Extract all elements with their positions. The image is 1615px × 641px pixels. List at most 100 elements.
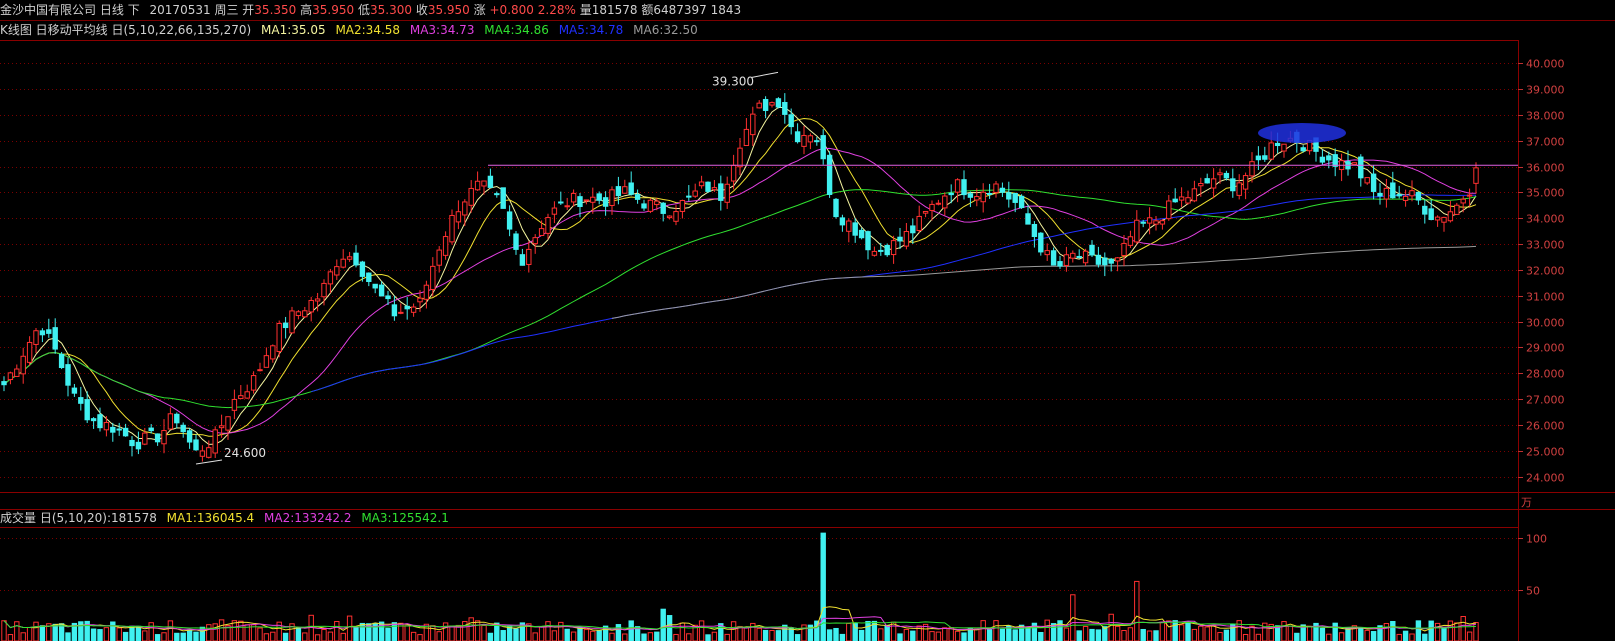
candlestick — [922, 210, 929, 218]
candlestick — [718, 175, 724, 211]
candle-body — [295, 311, 302, 317]
candlestick — [782, 93, 788, 124]
close-label: 收 — [415, 3, 428, 17]
candle-body — [225, 416, 231, 431]
candle-body — [711, 187, 718, 191]
candle-body — [871, 250, 878, 256]
candle-body — [1198, 183, 1204, 187]
open-value: 35.350 — [254, 3, 297, 17]
volume-bar — [967, 628, 974, 641]
ma-line-ma3 — [3, 147, 1476, 434]
candle-body — [398, 311, 404, 314]
candlestick — [1370, 165, 1377, 200]
ma-legend-title[interactable]: K线图 日移动平均线 日(5,10,22,66,135,270) — [0, 23, 251, 37]
candlestick — [199, 445, 206, 462]
price-tick-label: 36.000 — [1526, 162, 1565, 175]
candle-body — [1236, 182, 1242, 196]
price-tick-label: 25.000 — [1526, 446, 1565, 459]
candle-body — [1204, 178, 1210, 184]
price-tick-label: 28.000 — [1526, 368, 1565, 381]
volume-bar — [385, 627, 391, 641]
volume-bar — [1063, 627, 1070, 641]
candlestick — [910, 218, 916, 245]
candlestick — [1044, 243, 1050, 261]
candle-body — [58, 353, 65, 369]
quote-header: 金沙中国有限公司 日线 下 20170531 周三 开35.350 高35.95… — [0, 0, 1615, 20]
high-value: 35.950 — [312, 3, 355, 17]
volume-bar — [737, 625, 743, 641]
candlestick — [110, 422, 116, 442]
candle-body — [462, 201, 468, 216]
volume-bar — [622, 633, 628, 641]
candlestick — [474, 171, 481, 191]
candlestick — [807, 133, 814, 150]
candlestick — [1, 376, 7, 392]
volume-bar — [295, 627, 302, 641]
high-price-marker — [751, 71, 779, 78]
volume-bar — [1287, 625, 1294, 641]
volume-bar — [615, 624, 622, 641]
candle-body — [250, 375, 257, 391]
candle-body — [1210, 178, 1217, 189]
volume-bar — [1402, 630, 1409, 641]
candle-body — [890, 240, 897, 256]
candlestick — [551, 201, 558, 224]
candle-body — [590, 196, 596, 203]
candle-body — [634, 194, 641, 200]
volume-bar — [263, 633, 270, 641]
candle-body — [161, 430, 167, 445]
candle-body — [660, 202, 666, 214]
volume-bar — [135, 625, 142, 641]
price-axis: 24.000 25.000 26.000 27.000 28.000 29.000 30.0… — [1518, 58, 1565, 598]
candlestick — [1076, 249, 1082, 259]
candle-body — [506, 211, 513, 230]
volume-bar — [654, 631, 660, 641]
volume-bar — [14, 621, 20, 641]
volume-bar — [1383, 623, 1390, 641]
volume-bar — [564, 628, 570, 641]
candle-body — [513, 233, 519, 250]
candle-body — [314, 298, 321, 302]
volume-bar — [519, 622, 526, 641]
volume-current-value: :181578 — [106, 511, 157, 525]
candle-body — [865, 231, 871, 251]
price-grid — [0, 20, 1615, 641]
volume-bar — [1306, 625, 1313, 641]
volume-bar — [1390, 621, 1396, 641]
volume-bar — [884, 624, 890, 641]
volume-bar — [1396, 633, 1402, 641]
candle-body — [692, 190, 698, 197]
candle-body — [468, 187, 474, 206]
candle-body — [762, 98, 769, 111]
candle-body — [615, 186, 622, 197]
candlestick — [692, 183, 698, 198]
candle-body — [1121, 242, 1127, 256]
candlestick — [634, 189, 641, 204]
volume-bar — [1185, 621, 1191, 641]
candlestick — [398, 303, 404, 315]
candle-body — [583, 199, 590, 202]
volume-bar — [353, 627, 359, 641]
candle-body — [878, 249, 884, 252]
candlestick — [1018, 194, 1025, 209]
ma-legend: K线图 日移动平均线 日(5,10,22,66,135,270) MA1:35.… — [0, 20, 704, 40]
candlestick — [1134, 210, 1140, 245]
candlestick — [282, 316, 289, 339]
volume-bar — [1364, 629, 1370, 641]
candlestick — [39, 328, 46, 343]
candle-body — [1185, 197, 1191, 204]
volume-legend-title[interactable]: 成交量 日(5,10,20) — [0, 511, 107, 525]
candle-body — [1358, 156, 1364, 179]
candlestick — [545, 213, 551, 240]
stock-name[interactable]: 金沙中国有限公司 — [0, 3, 96, 17]
period-label[interactable]: 日线 — [100, 3, 124, 17]
candle-body — [33, 330, 39, 345]
volume-bar — [1409, 633, 1415, 641]
candle-body — [916, 215, 922, 231]
candlestick — [1050, 247, 1057, 266]
candlestick — [679, 199, 686, 219]
candlestick — [1409, 180, 1415, 202]
volume-bar — [97, 629, 103, 641]
mode-label[interactable]: 下 — [128, 3, 140, 17]
candlestick — [366, 272, 372, 287]
